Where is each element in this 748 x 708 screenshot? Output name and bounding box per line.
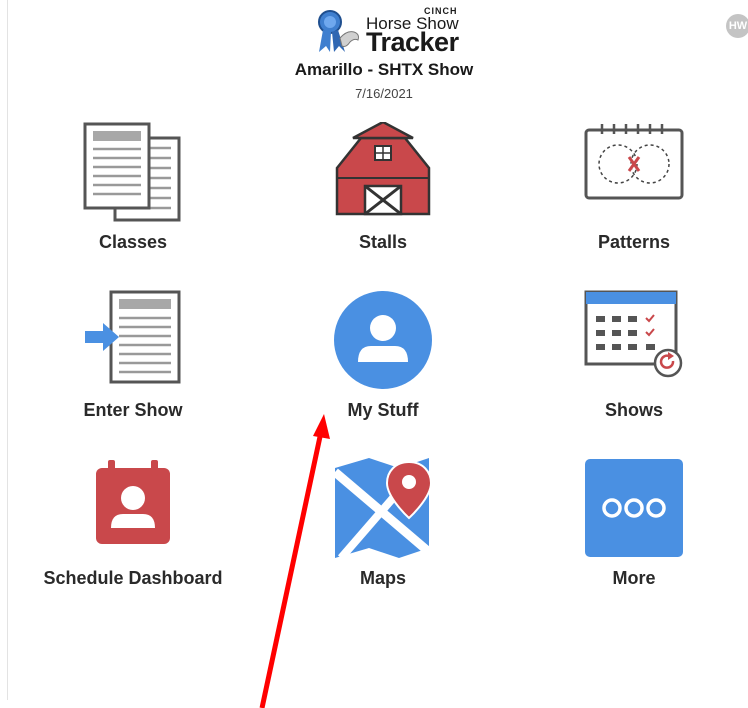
app-logo: CINCH Horse Show Tracker: [314, 6, 464, 57]
more-icon: [585, 459, 683, 557]
tile-label: My Stuff: [347, 400, 419, 420]
tile-label: Schedule Dashboard: [43, 568, 223, 588]
tile-schedule-dashboard[interactable]: Schedule Dashboard: [33, 458, 233, 618]
logo-line2: Tracker: [366, 27, 459, 57]
tile-maps[interactable]: Maps: [283, 458, 483, 618]
map-icon: [333, 458, 433, 558]
calendar-icon: [584, 290, 683, 378]
barn-icon: [335, 122, 431, 216]
tile-label: Stalls: [358, 232, 408, 252]
tile-label: Maps: [359, 568, 406, 588]
user-icon: [334, 291, 432, 389]
tile-label: Enter Show: [83, 400, 183, 420]
tile-more[interactable]: More: [534, 458, 734, 618]
tile-label: Shows: [604, 400, 663, 420]
show-name: Amarillo - SHTX Show: [294, 60, 474, 79]
tile-label: Patterns: [597, 232, 671, 252]
documents-icon: [83, 122, 181, 222]
tile-classes[interactable]: Classes: [33, 122, 233, 282]
ribbon-icon: [318, 10, 359, 52]
tile-shows[interactable]: Shows: [534, 290, 734, 450]
tile-label: Classes: [98, 232, 168, 252]
schedule-icon: [96, 460, 170, 544]
corner-badge[interactable]: HW: [726, 14, 748, 38]
tile-stalls[interactable]: Stalls: [283, 122, 483, 282]
tile-label: More: [612, 568, 656, 588]
tile-patterns[interactable]: Patterns: [534, 122, 734, 282]
enter-show-icon: [85, 290, 181, 384]
show-date: 7/16/2021: [355, 86, 413, 101]
pattern-icon: [584, 124, 684, 200]
tile-my-stuff[interactable]: My Stuff: [283, 290, 483, 450]
tile-enter-show[interactable]: Enter Show: [33, 290, 233, 450]
